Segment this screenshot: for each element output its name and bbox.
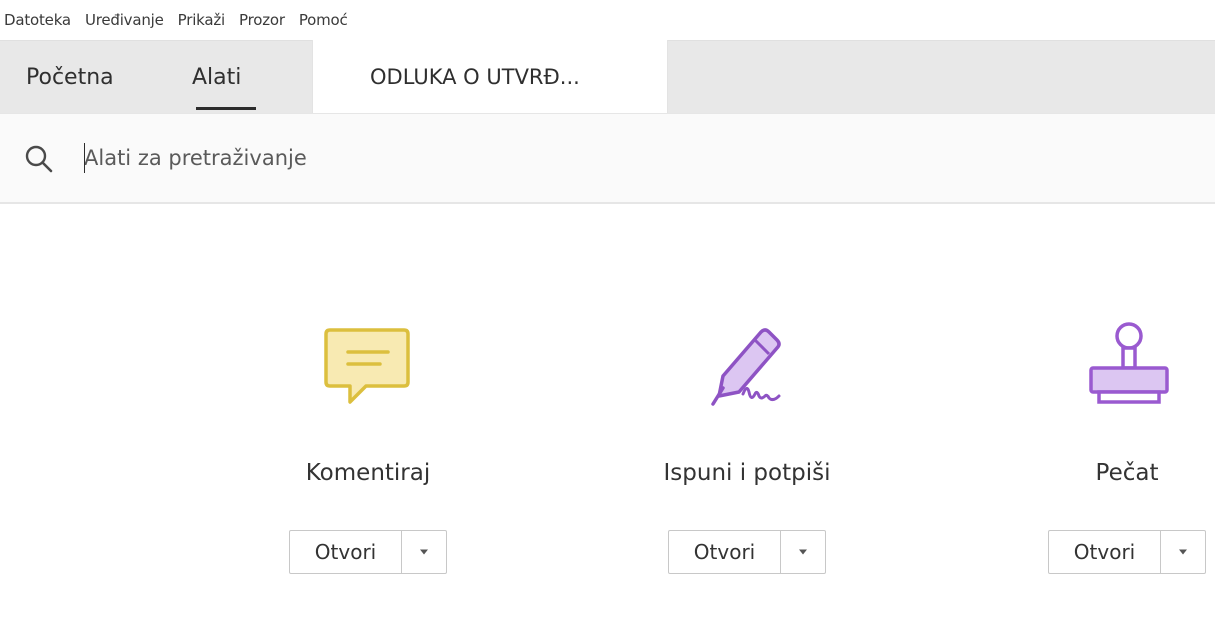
menu-bar: Datoteka Uređivanje Prikaži Prozor Pomoć — [0, 0, 1215, 40]
tab-tools[interactable]: Alati — [192, 41, 241, 113]
menu-file[interactable]: Datoteka — [0, 11, 78, 29]
menu-window[interactable]: Prozor — [232, 11, 292, 29]
chevron-down-icon — [420, 549, 428, 555]
active-tab-indicator — [196, 107, 256, 110]
tools-search-bar — [0, 113, 1215, 204]
open-button-stamp[interactable]: Otvori — [1049, 531, 1161, 573]
text-caret — [84, 143, 85, 173]
search-icon — [25, 145, 53, 173]
dropdown-button-comment[interactable] — [402, 531, 446, 573]
open-split-button-stamp: Otvori — [1048, 530, 1206, 574]
dropdown-button-stamp[interactable] — [1161, 531, 1205, 573]
open-button-fill-sign[interactable]: Otvori — [669, 531, 781, 573]
tab-home[interactable]: Početna — [26, 41, 114, 113]
tab-document[interactable]: ODLUKA O UTVRĐ... — [312, 40, 668, 113]
menu-help[interactable]: Pomoć — [292, 11, 355, 29]
stamp-icon — [1089, 322, 1169, 404]
open-split-button-comment: Otvori — [289, 530, 447, 574]
dropdown-button-fill-sign[interactable] — [781, 531, 825, 573]
open-split-button-fill-sign: Otvori — [668, 530, 826, 574]
menu-view[interactable]: Prikaži — [171, 11, 232, 29]
tool-name-stamp: Pečat — [1095, 460, 1159, 486]
fill-sign-icon — [711, 328, 781, 406]
chevron-down-icon — [1179, 549, 1187, 555]
open-button-comment[interactable]: Otvori — [290, 531, 402, 573]
comment-icon — [324, 328, 410, 404]
search-input[interactable] — [84, 140, 584, 176]
tool-name-fill-sign: Ispuni i potpiši — [663, 460, 831, 486]
tool-name-comment: Komentiraj — [305, 460, 431, 486]
menu-edit[interactable]: Uređivanje — [78, 11, 171, 29]
chevron-down-icon — [799, 549, 807, 555]
